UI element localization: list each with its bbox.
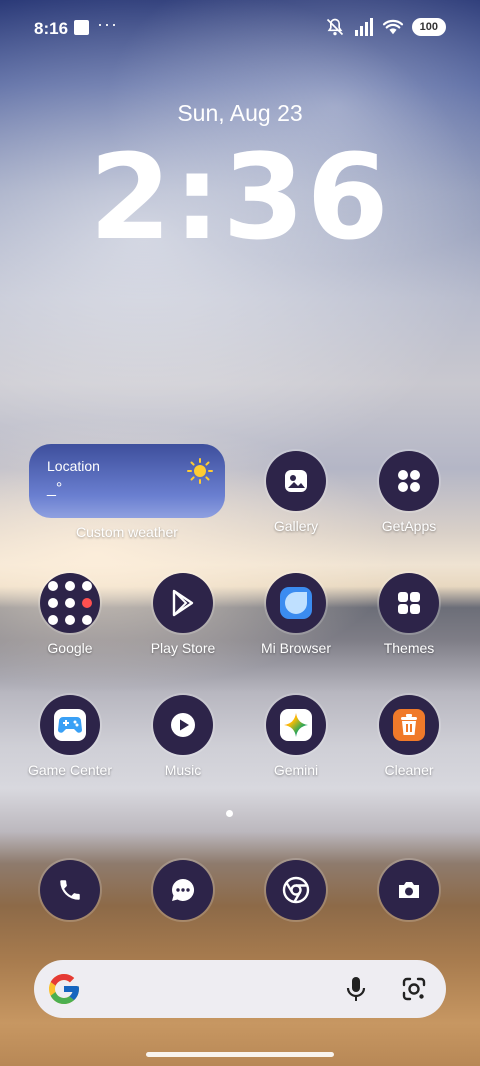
app-mi-browser[interactable]: Mi Browser xyxy=(241,573,351,656)
microphone-icon[interactable] xyxy=(344,975,368,1003)
wifi-icon xyxy=(382,19,403,35)
dock-messages[interactable] xyxy=(128,860,238,920)
camera-icon xyxy=(399,882,419,898)
app-label: Cleaner xyxy=(384,762,434,778)
app-game-center[interactable]: Game Center xyxy=(15,695,125,778)
themes-icon xyxy=(398,592,420,614)
google-lens-icon[interactable] xyxy=(400,975,428,1003)
play-store-icon xyxy=(172,589,194,617)
app-themes[interactable]: Themes xyxy=(354,573,464,656)
gallery-icon xyxy=(285,470,307,492)
app-label: Music xyxy=(164,762,202,778)
page-indicator xyxy=(226,810,233,817)
gesture-navigation-bar[interactable] xyxy=(146,1052,334,1057)
weather-location: Location xyxy=(47,458,100,474)
mute-icon xyxy=(326,18,343,36)
game-center-icon xyxy=(54,709,86,741)
app-play-store[interactable]: Play Store xyxy=(128,573,238,656)
app-cleaner[interactable]: Cleaner xyxy=(354,695,464,778)
phone-icon xyxy=(60,880,80,900)
battery-indicator: 100 xyxy=(411,18,446,36)
folder-google[interactable]: Google xyxy=(15,573,125,656)
cleaner-icon xyxy=(393,709,425,741)
app-label: Play Store xyxy=(150,640,216,656)
app-label: Gemini xyxy=(273,762,319,778)
folder-preview-icon xyxy=(48,581,92,625)
app-label: Game Center xyxy=(27,762,113,778)
music-icon xyxy=(171,713,195,737)
gemini-icon xyxy=(280,709,312,741)
notification-icon xyxy=(74,20,89,35)
status-time: 8:16 xyxy=(34,19,69,38)
clock-widget[interactable]: 2:36 xyxy=(0,128,480,266)
weather-widget[interactable]: Location _° xyxy=(29,444,225,518)
app-label: Gallery xyxy=(273,518,319,534)
status-bar: 8:16 ··· 100 xyxy=(0,0,480,56)
more-notifications-icon: ··· xyxy=(97,14,118,34)
google-search-bar[interactable] xyxy=(34,960,446,1018)
app-label: GetApps xyxy=(381,518,437,534)
weather-temperature: _° xyxy=(47,480,63,497)
app-gemini[interactable]: Gemini xyxy=(241,695,351,778)
weather-widget-label: Custom weather xyxy=(76,524,178,540)
dock-camera[interactable] xyxy=(354,860,464,920)
app-label: Mi Browser xyxy=(260,640,331,656)
app-getapps[interactable]: GetApps xyxy=(354,451,464,534)
dock-phone[interactable] xyxy=(15,860,125,920)
google-logo-icon xyxy=(49,974,79,1004)
getapps-icon xyxy=(398,470,420,492)
lock-date: Sun, Aug 23 xyxy=(177,100,303,126)
signal-icon xyxy=(354,18,373,36)
app-label: Google xyxy=(47,640,93,656)
dock-chrome[interactable] xyxy=(241,860,351,920)
messages-icon xyxy=(172,878,195,901)
sun-icon xyxy=(187,458,213,484)
app-gallery[interactable]: Gallery xyxy=(241,451,351,534)
chrome-icon xyxy=(282,876,310,904)
mi-browser-icon xyxy=(280,587,312,619)
app-label: Themes xyxy=(383,640,435,656)
app-music[interactable]: Music xyxy=(128,695,238,778)
